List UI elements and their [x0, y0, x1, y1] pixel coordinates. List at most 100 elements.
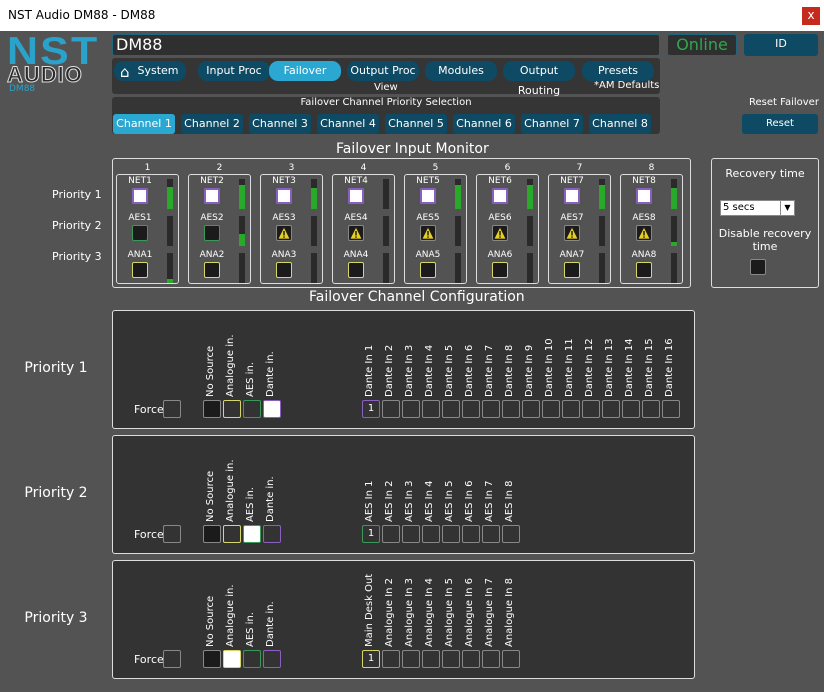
monitor-priority-label: Priority 3 — [52, 250, 102, 263]
input-label: Dante In 5 — [444, 344, 455, 397]
monitor-ana-indicator — [420, 262, 436, 278]
input-select-button[interactable] — [442, 525, 460, 543]
tab-output-routing[interactable]: Output Routing — [503, 61, 575, 97]
input-select-button[interactable] — [482, 400, 500, 418]
channel-button-2[interactable]: Channel 2 — [181, 114, 243, 134]
input-label: AES In 6 — [464, 480, 475, 522]
input-label: Analogue In 4 — [424, 577, 435, 647]
input-label: Dante In 4 — [424, 344, 435, 397]
level-meter-fill — [311, 188, 317, 209]
priority-label: Priority 3 — [24, 610, 88, 626]
source-type-checkbox[interactable] — [263, 525, 281, 543]
input-select-button[interactable] — [382, 525, 400, 543]
input-select-button[interactable]: 1 — [362, 400, 380, 418]
warning-icon — [636, 225, 652, 241]
input-select-button[interactable]: 1 — [362, 525, 380, 543]
channel-button-7[interactable]: Channel 7 — [521, 114, 583, 134]
input-select-button[interactable] — [462, 650, 480, 668]
input-select-button[interactable] — [402, 400, 420, 418]
am-defaults-label: *AM Defaults — [594, 80, 660, 91]
disable-recovery-checkbox[interactable] — [750, 259, 766, 275]
input-select-button[interactable] — [502, 650, 520, 668]
monitor-title: Failover Input Monitor — [336, 141, 489, 157]
input-select-button[interactable] — [462, 400, 480, 418]
tab-failover[interactable]: Failover — [269, 61, 341, 81]
tab-label: Modules — [438, 64, 484, 77]
level-meter — [311, 216, 317, 246]
input-label: Dante In 12 — [584, 338, 595, 397]
input-select-button[interactable] — [542, 400, 560, 418]
input-select-button[interactable] — [422, 650, 440, 668]
force-checkbox[interactable] — [163, 525, 181, 543]
input-select-button[interactable] — [602, 400, 620, 418]
source-type-checkbox[interactable] — [203, 650, 221, 668]
input-select-button[interactable] — [462, 525, 480, 543]
tab-label: Presets — [597, 64, 639, 77]
input-select-button[interactable]: 1 — [362, 650, 380, 668]
source-type-checkbox[interactable] — [263, 650, 281, 668]
input-select-button[interactable] — [482, 650, 500, 668]
input-select-button[interactable] — [562, 400, 580, 418]
source-type-checkbox[interactable] — [243, 650, 261, 668]
input-label: AES In 7 — [484, 480, 495, 522]
level-meter — [599, 253, 605, 283]
monitor-ana-indicator — [636, 262, 652, 278]
input-select-button[interactable] — [422, 525, 440, 543]
tab-presets[interactable]: Presets — [582, 61, 654, 81]
input-select-button[interactable] — [662, 400, 680, 418]
channel-button-4[interactable]: Channel 4 — [317, 114, 379, 134]
device-name-field[interactable]: DM88 — [112, 34, 660, 56]
monitor-net-label: NET8 — [632, 176, 656, 186]
source-type-checkbox[interactable] — [223, 525, 241, 543]
tab-output-proc[interactable]: Output Proc — [347, 61, 419, 81]
force-checkbox[interactable] — [163, 650, 181, 668]
channel-button-1[interactable]: Channel 1 — [113, 114, 175, 134]
channel-button-8[interactable]: Channel 8 — [589, 114, 651, 134]
monitor-aes-label: AES6 — [488, 213, 512, 223]
channel-button-6[interactable]: Channel 6 — [453, 114, 515, 134]
source-type-checkbox[interactable] — [203, 525, 221, 543]
tab-system[interactable]: ⌂ System — [114, 61, 186, 81]
source-type-checkbox[interactable] — [243, 400, 261, 418]
input-select-button[interactable] — [642, 400, 660, 418]
force-checkbox[interactable] — [163, 400, 181, 418]
input-select-button[interactable] — [522, 400, 540, 418]
source-type-checkbox[interactable] — [243, 525, 261, 543]
input-select-button[interactable] — [582, 400, 600, 418]
source-type-checkbox[interactable] — [223, 650, 241, 668]
input-select-button[interactable] — [402, 525, 420, 543]
channel-button-5[interactable]: Channel 5 — [385, 114, 447, 134]
source-type-checkbox[interactable] — [263, 400, 281, 418]
monitor-channel-number: 5 — [432, 163, 439, 173]
input-select-button[interactable] — [442, 400, 460, 418]
close-button[interactable]: x — [802, 7, 820, 25]
input-select-button[interactable] — [502, 525, 520, 543]
reset-button[interactable]: Reset — [742, 114, 818, 134]
input-select-button[interactable] — [502, 400, 520, 418]
monitor-ana-label: ANA4 — [343, 250, 369, 260]
monitor-aes-label: AES2 — [200, 213, 224, 223]
input-select-button[interactable] — [622, 400, 640, 418]
input-select-button[interactable] — [442, 650, 460, 668]
tab-label: System — [137, 64, 179, 77]
input-select-button[interactable] — [382, 400, 400, 418]
source-type-label: AES in. — [245, 362, 256, 397]
id-button[interactable]: ID — [744, 34, 818, 56]
input-select-button[interactable] — [482, 525, 500, 543]
tab-modules[interactable]: Modules — [425, 61, 497, 81]
input-select-button[interactable] — [402, 650, 420, 668]
input-select-button[interactable] — [382, 650, 400, 668]
input-label: Dante In 9 — [524, 344, 535, 397]
input-select-button[interactable] — [422, 400, 440, 418]
tab-input-proc[interactable]: Input Proc — [198, 61, 270, 81]
config-title: Failover Channel Configuration — [309, 289, 525, 305]
source-type-checkbox[interactable] — [223, 400, 241, 418]
warning-icon — [276, 225, 292, 241]
monitor-channel-number: 6 — [504, 163, 511, 173]
source-type-checkbox[interactable] — [203, 400, 221, 418]
chevron-down-icon[interactable]: ▼ — [780, 200, 795, 216]
monitor-aes-label: AES5 — [416, 213, 440, 223]
monitor-net-indicator — [276, 188, 292, 204]
channel-button-3[interactable]: Channel 3 — [249, 114, 311, 134]
level-meter — [383, 216, 389, 246]
